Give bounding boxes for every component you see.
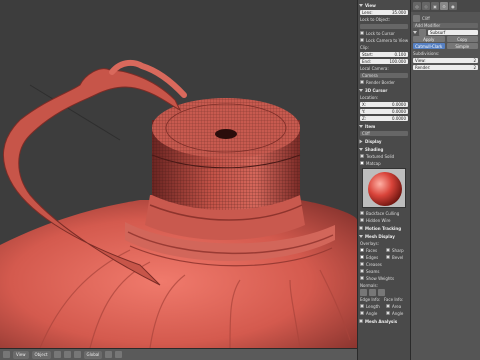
lock-cursor-checkbox[interactable] (360, 31, 364, 35)
pivot-icon[interactable] (63, 351, 71, 358)
display-section-header[interactable]: Display (359, 138, 409, 144)
object-tab-icon[interactable]: ▣ (431, 2, 439, 10)
hidden-wire-checkbox[interactable] (360, 218, 364, 222)
object-name: Cliff (422, 15, 430, 21)
3d-viewport[interactable] (0, 0, 357, 348)
normal-face-icon[interactable] (378, 288, 385, 296)
backface-culling-checkbox[interactable] (360, 211, 364, 215)
area-checkbox[interactable] (386, 304, 390, 308)
property-tabs: ◎ ◇ ▣ ⚙ ● (411, 0, 480, 12)
matcap-preview[interactable] (362, 168, 406, 208)
copy-button[interactable]: Copy (446, 36, 478, 42)
edge-angle-checkbox[interactable] (360, 311, 364, 315)
snap-icon[interactable] (115, 351, 123, 358)
blender-window: View Lens: 35.000 Lock to Object: Lock to… (0, 0, 480, 360)
view-section-header[interactable]: View (359, 2, 409, 8)
shading-icon[interactable] (53, 351, 61, 358)
mode-dropdown[interactable]: Object (31, 350, 51, 359)
camera-field[interactable]: Camera (360, 72, 408, 78)
layers-icon[interactable] (105, 351, 113, 358)
item-name-field[interactable]: Cliff (360, 130, 408, 136)
modifier-tab-icon[interactable]: ⚙ (440, 2, 448, 10)
shading-section-header[interactable]: Shading (359, 146, 409, 152)
material-tab-icon[interactable]: ● (449, 2, 457, 10)
mesh-analysis-header[interactable]: Mesh Analysis (359, 318, 409, 324)
object-icon (413, 14, 420, 22)
clip-end-field[interactable]: End: 100.000 (360, 58, 408, 64)
render-levels-field[interactable]: Render: 2 (413, 64, 478, 70)
lock-camera-checkbox[interactable] (360, 38, 364, 42)
item-section-header[interactable]: Item (359, 123, 409, 129)
modifier-name-field[interactable]: Subsurf (428, 29, 478, 35)
view-properties-panel: View Lens: 35.000 Lock to Object: Lock to… (357, 0, 410, 360)
creases-checkbox[interactable] (360, 262, 364, 266)
seams-checkbox[interactable] (360, 269, 364, 273)
manipulator-icon[interactable] (73, 351, 81, 358)
matcap-checkbox[interactable] (360, 161, 364, 165)
bevel-checkbox[interactable] (386, 255, 390, 259)
matcap-sphere-icon (368, 172, 402, 206)
viewport-header: View Object Global (0, 348, 357, 360)
motion-tracking-header[interactable]: Motion Tracking (359, 225, 409, 231)
normal-vertex-icon[interactable] (360, 288, 367, 296)
faces-checkbox[interactable] (360, 248, 364, 252)
render-tab-icon[interactable]: ◎ (413, 2, 421, 10)
textured-solid-checkbox[interactable] (360, 154, 364, 158)
mesh-display-header[interactable]: Mesh Display (359, 233, 409, 239)
add-modifier-dropdown[interactable]: Add Modifier (413, 22, 478, 28)
editor-type-icon[interactable] (3, 351, 10, 358)
render-border-checkbox[interactable] (360, 80, 364, 84)
apply-button[interactable]: Apply (413, 36, 445, 42)
cursor-y-field[interactable]: Y: 0.0000 (360, 108, 408, 114)
orientation-dropdown[interactable]: Global (83, 350, 103, 359)
view-menu[interactable]: View (13, 350, 29, 359)
simple-button[interactable]: Simple (446, 43, 478, 49)
cursor-x-field[interactable]: X: 0.0000 (360, 101, 408, 107)
clip-start-field[interactable]: Start: 0.100 (360, 51, 408, 57)
catmull-clark-button[interactable]: Catmull-Clark (413, 43, 445, 49)
view-levels-field[interactable]: View: 2 (413, 57, 478, 63)
edges-checkbox[interactable] (360, 255, 364, 259)
sharp-checkbox[interactable] (386, 248, 390, 252)
scene-tab-icon[interactable]: ◇ (422, 2, 430, 10)
face-angle-checkbox[interactable] (386, 311, 390, 315)
show-weights-checkbox[interactable] (360, 276, 364, 280)
subsurf-icon (419, 28, 426, 36)
normal-split-icon[interactable] (369, 288, 376, 296)
lens-field[interactable]: Lens: 35.000 (360, 9, 408, 15)
properties-editor: ◎ ◇ ▣ ⚙ ● Cliff Add Modifier Subsurf App… (410, 0, 480, 360)
lock-object-field[interactable] (360, 23, 408, 29)
cursor-section-header[interactable]: 3D Cursor (359, 87, 409, 93)
cursor-z-field[interactable]: Z: 0.0000 (360, 115, 408, 121)
length-checkbox[interactable] (360, 304, 364, 308)
bottle-render (0, 59, 357, 348)
